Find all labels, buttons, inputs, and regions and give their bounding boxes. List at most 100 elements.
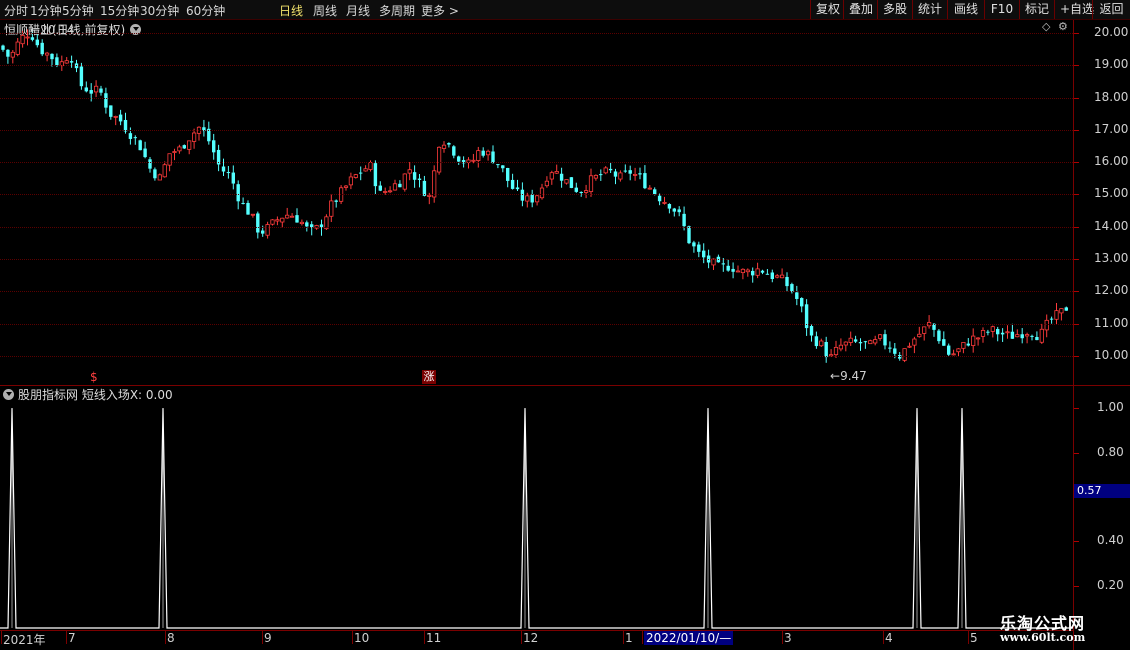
candle-body xyxy=(50,53,54,60)
price-gridline xyxy=(0,226,1073,228)
candle-body xyxy=(549,172,554,180)
date-tick xyxy=(642,630,643,644)
date-label: 3 xyxy=(784,631,792,645)
candle-body xyxy=(883,334,887,346)
candle-body xyxy=(221,166,226,172)
candle-body xyxy=(653,189,657,195)
candle-body xyxy=(863,341,868,343)
candle-body xyxy=(447,143,451,145)
period-tab-2[interactable]: 5分钟 xyxy=(62,2,94,19)
candle-body xyxy=(922,326,927,334)
candle-body xyxy=(785,276,789,287)
price-gridline xyxy=(0,97,1073,99)
candle-body xyxy=(182,145,186,149)
candle-body xyxy=(599,174,603,176)
price-tick-label: 18.00 xyxy=(1094,89,1129,104)
candle-body xyxy=(672,208,676,212)
candle-body xyxy=(64,60,69,64)
period-tab-7[interactable]: 周线 xyxy=(313,2,337,19)
candle-body xyxy=(246,202,250,215)
candle-body xyxy=(10,51,15,58)
price-gridline xyxy=(0,355,1073,357)
candle-body xyxy=(726,265,730,271)
candle-body xyxy=(966,343,970,346)
tool-button-5[interactable]: F10 xyxy=(984,0,1019,19)
candle-body xyxy=(731,268,735,272)
candle-body xyxy=(755,268,760,276)
period-tab-8[interactable]: 月线 xyxy=(346,2,370,19)
marker-rise-badge: 涨 xyxy=(422,370,436,384)
candle-body xyxy=(682,213,686,227)
indicator-tick-label: 0.80 xyxy=(1097,444,1124,459)
price-tick-label: 20.00 xyxy=(1094,24,1129,39)
candle-body xyxy=(618,172,623,180)
period-tab-5[interactable]: 60分钟 xyxy=(186,2,225,19)
period-tab-10[interactable]: 更多 > xyxy=(421,2,459,19)
tool-button-4[interactable]: 画线 xyxy=(947,0,984,19)
candle-body xyxy=(35,39,39,46)
candle-body xyxy=(295,215,299,223)
candle-body xyxy=(172,151,177,153)
candle-body xyxy=(544,180,550,187)
price-tick-label: 11.00 xyxy=(1094,315,1129,330)
candle-body xyxy=(476,150,481,161)
candle-body xyxy=(1020,334,1024,339)
candle-body xyxy=(236,184,240,202)
candle-body xyxy=(623,170,627,172)
tool-button-0[interactable]: 复权 xyxy=(810,0,843,19)
candle-body xyxy=(79,66,84,87)
tool-button-7[interactable]: +自选 xyxy=(1054,0,1094,19)
candle-body xyxy=(593,174,599,179)
candle-body xyxy=(917,333,922,338)
candle-body xyxy=(299,221,305,225)
candle-body xyxy=(162,164,167,178)
period-tab-0[interactable]: 分时 xyxy=(4,2,28,19)
period-tab-4[interactable]: 30分钟 xyxy=(140,2,179,19)
candle-body xyxy=(1,45,5,50)
candle-body xyxy=(697,244,701,252)
candle-body xyxy=(187,140,192,150)
tool-button-6[interactable]: 标记 xyxy=(1019,0,1054,19)
period-tab-1[interactable]: 1分钟 xyxy=(30,2,62,19)
price-gridline xyxy=(0,162,1073,164)
candle-body xyxy=(436,146,442,173)
cursor-date-label: 2022/01/10/— xyxy=(644,631,734,645)
candle-body xyxy=(113,115,118,118)
candle-body xyxy=(833,346,839,356)
candle-body xyxy=(853,339,858,342)
candle-body xyxy=(559,173,564,181)
date-tick xyxy=(352,630,353,644)
candle-body xyxy=(574,187,578,192)
candle-body xyxy=(334,200,338,202)
price-gridline xyxy=(0,291,1073,293)
candle-body xyxy=(417,178,422,180)
price-tick-label: 12.00 xyxy=(1094,283,1129,298)
candle-body xyxy=(231,172,235,184)
candle-body xyxy=(118,114,123,122)
date-tick xyxy=(1,630,2,644)
date-tick xyxy=(424,630,425,644)
period-tab-9[interactable]: 多周期 xyxy=(379,2,415,19)
candle-body xyxy=(373,163,378,187)
candle-body xyxy=(800,298,804,307)
tool-button-3[interactable]: 统计 xyxy=(912,0,947,19)
candle-body xyxy=(1010,331,1015,339)
indicator-tick xyxy=(1074,408,1079,410)
candle-body xyxy=(638,173,642,175)
low-annotation-value: 9.47 xyxy=(840,369,867,384)
candle-body xyxy=(888,347,892,349)
date-tick xyxy=(623,630,624,644)
candle-body xyxy=(289,215,295,218)
candle-body xyxy=(721,263,725,265)
candle-body xyxy=(878,334,883,339)
tool-button-2[interactable]: 多股 xyxy=(877,0,912,19)
candle-body xyxy=(554,171,559,174)
tool-button-1[interactable]: 叠加 xyxy=(843,0,877,19)
period-tab-3[interactable]: 15分钟 xyxy=(100,2,139,19)
candle-body xyxy=(740,268,746,274)
candle-body xyxy=(392,183,398,191)
period-tab-6[interactable]: 日线 xyxy=(279,2,303,19)
tool-button-8[interactable]: 返回 xyxy=(1092,0,1130,19)
arrow-icon: ← xyxy=(30,23,41,38)
candle-body xyxy=(961,342,966,349)
